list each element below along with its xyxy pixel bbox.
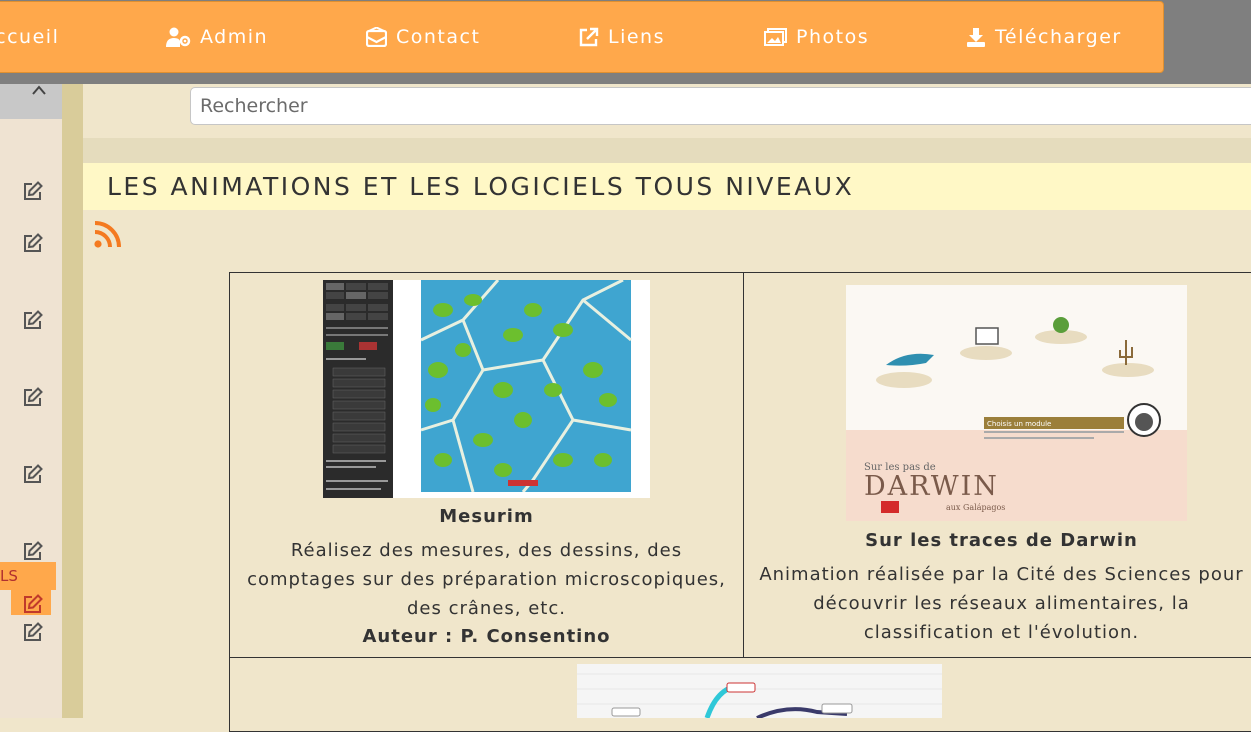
sidebar-active-item[interactable]: LS xyxy=(0,562,56,590)
nav-liens[interactable]: Liens xyxy=(579,26,665,48)
edit-icon[interactable] xyxy=(23,541,43,561)
darwin-screenshot[interactable]: Choisis un module Sur les pas de DARWIN … xyxy=(846,285,1187,521)
desc-line: découvrir les réseaux alimentaires, la xyxy=(813,593,1190,614)
card-desc-darwin: Animation réalisée par la Cité des Scien… xyxy=(744,560,1251,647)
rss-icon[interactable] xyxy=(94,220,122,248)
nav-accueil-label: Accueil xyxy=(0,26,60,48)
nav-photos-label: Photos xyxy=(796,26,870,48)
card-author-mesurim: Auteur : P. Consentino xyxy=(362,626,611,647)
nav-liens-label: Liens xyxy=(608,26,665,48)
edit-icon[interactable] xyxy=(23,464,43,484)
edit-icon[interactable] xyxy=(23,181,43,201)
nav-admin-label: Admin xyxy=(200,26,269,48)
edit-icon[interactable] xyxy=(23,594,43,614)
desc-line: Réalisez des mesures, des dessins, des xyxy=(290,540,683,561)
sidebar-active-label: LS xyxy=(0,567,18,585)
nav-contact-label: Contact xyxy=(396,26,481,48)
nav-admin[interactable]: Admin xyxy=(166,26,268,48)
edit-icon[interactable] xyxy=(23,387,43,407)
external-link-icon xyxy=(579,27,599,47)
card-desc-mesurim: Réalisez des mesures, des dessins, des c… xyxy=(230,536,743,623)
table-row-divider xyxy=(229,657,1251,658)
desc-line: classification et l'évolution. xyxy=(863,622,1140,643)
nav-telecharger[interactable]: Télécharger xyxy=(966,26,1122,48)
edit-icon[interactable] xyxy=(23,310,43,330)
darwin-text-3: aux Galápagos xyxy=(946,503,1005,512)
desc-line: des crânes, etc. xyxy=(407,598,566,619)
edit-icon[interactable] xyxy=(23,233,43,253)
card-title-mesurim[interactable]: Mesurim xyxy=(230,506,743,527)
desc-line: comptages sur des préparation microscopi… xyxy=(247,569,726,590)
nav-contact[interactable]: Contact xyxy=(366,26,480,48)
card-title-darwin[interactable]: Sur les traces de Darwin xyxy=(744,530,1251,551)
download-icon xyxy=(967,28,985,47)
chevron-up-icon[interactable] xyxy=(31,84,47,96)
nav-telecharger-label: Télécharger xyxy=(995,26,1122,48)
nav-accueil[interactable]: Accueil xyxy=(0,26,59,48)
mesurim-screenshot[interactable] xyxy=(323,280,650,498)
nav-photos[interactable]: Photos xyxy=(764,26,869,48)
search-input[interactable] xyxy=(190,87,1251,125)
page-title: LES ANIMATIONS ET LES LOGICIELS TOUS NIV… xyxy=(83,163,1251,210)
images-icon xyxy=(764,28,787,46)
darwin-module-text: Choisis un module xyxy=(987,420,1051,428)
sidebar-rail xyxy=(62,84,83,718)
user-gear-icon xyxy=(166,27,191,47)
separator-band xyxy=(83,138,1251,163)
main-navbar: Accueil Admin Contact Liens Photos Téléc… xyxy=(0,1,1164,73)
desc-line: Animation réalisée par la Cité des Scien… xyxy=(759,564,1244,585)
darwin-text-2: DARWIN xyxy=(864,471,999,502)
edit-icon[interactable] xyxy=(23,622,43,642)
envelope-icon xyxy=(366,27,387,47)
mindmap-screenshot[interactable] xyxy=(577,664,942,718)
